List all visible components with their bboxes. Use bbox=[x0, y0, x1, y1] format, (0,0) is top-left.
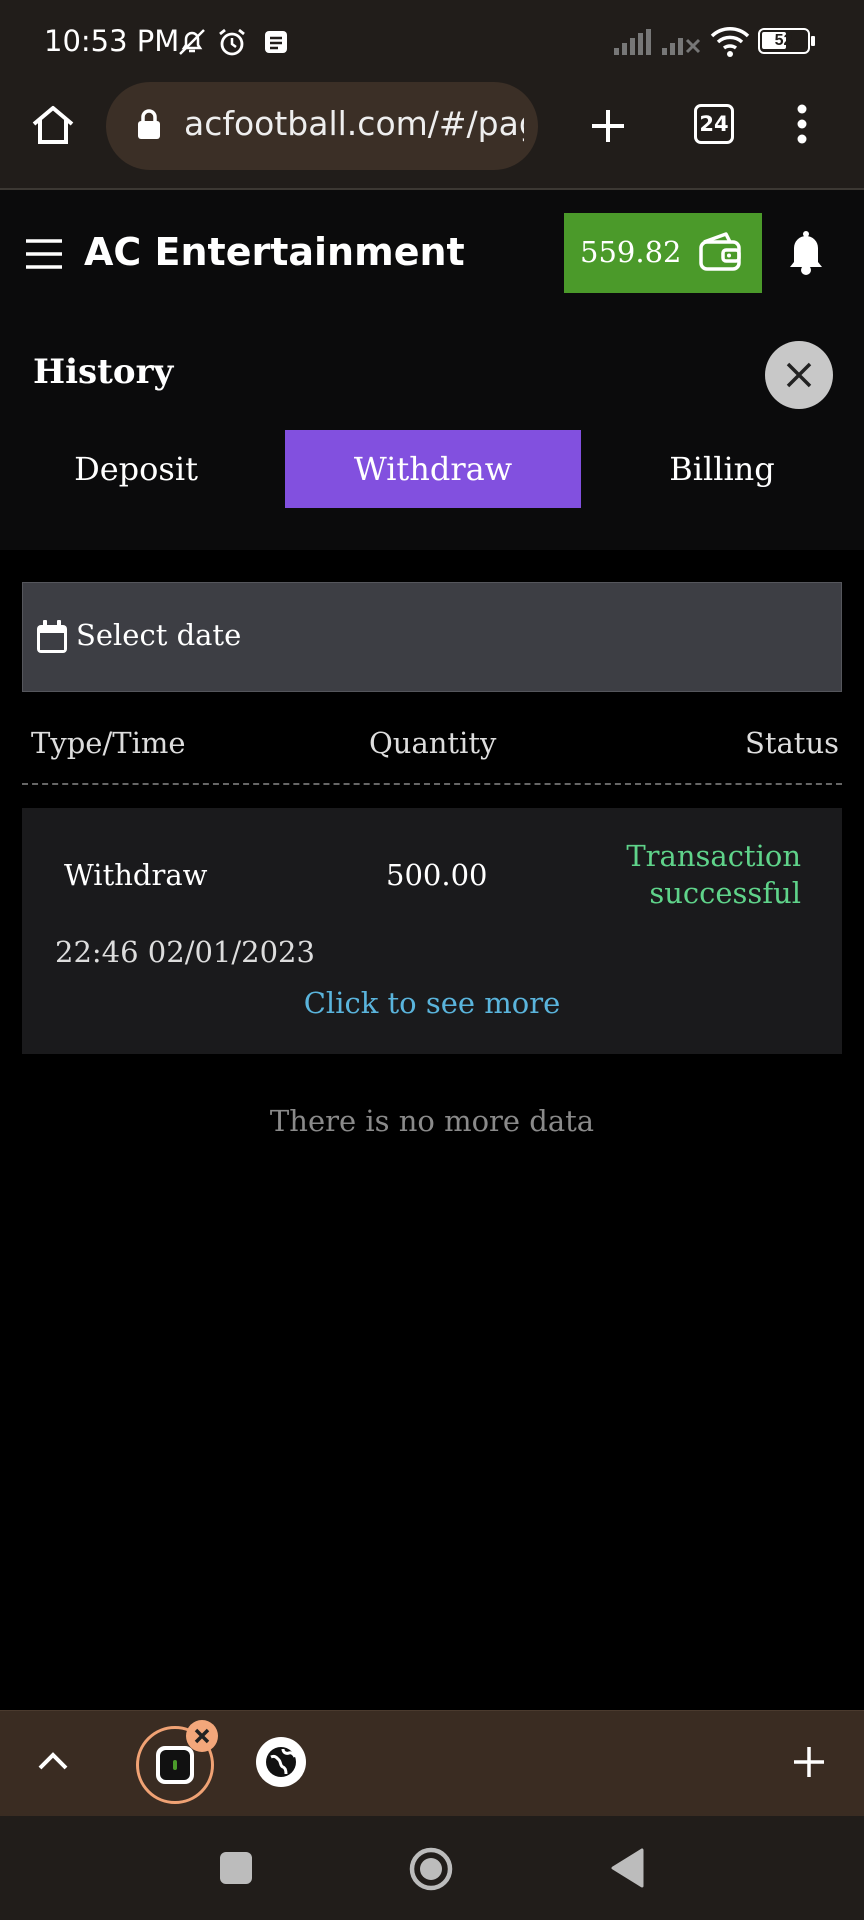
mute-bell-icon bbox=[176, 26, 208, 58]
record-status-line1: Transaction bbox=[626, 839, 801, 873]
record-time: 22:46 02/01/2023 bbox=[55, 935, 315, 969]
wallet-balance: 559.82 bbox=[580, 235, 682, 269]
record-status: Transaction successful bbox=[560, 838, 801, 912]
header-divider bbox=[22, 783, 842, 785]
lock-icon bbox=[136, 108, 162, 140]
close-icon bbox=[194, 1728, 210, 1744]
tab-switcher-button[interactable]: 24 bbox=[694, 104, 734, 144]
record-type: Withdraw bbox=[64, 858, 208, 892]
wifi-icon bbox=[710, 24, 750, 58]
url-text[interactable]: acfootball.com/#/pag bbox=[184, 104, 524, 143]
column-quantity: Quantity bbox=[369, 726, 497, 760]
battery-tip bbox=[811, 36, 815, 46]
signal-no-service-icon bbox=[660, 28, 702, 56]
calendar-icon bbox=[36, 620, 68, 654]
battery-icon: 52 bbox=[758, 28, 810, 54]
record-status-line2: successful bbox=[649, 876, 801, 910]
alarm-icon bbox=[216, 26, 248, 58]
home-button[interactable] bbox=[408, 1846, 454, 1892]
home-icon[interactable] bbox=[30, 104, 76, 146]
hamburger-menu-icon[interactable] bbox=[26, 238, 62, 270]
date-placeholder: Select date bbox=[76, 618, 242, 652]
tab-withdraw[interactable]: Withdraw bbox=[285, 430, 581, 508]
column-status: Status bbox=[745, 726, 840, 760]
recent-apps-button[interactable] bbox=[220, 1852, 252, 1884]
column-type-time: Type/Time bbox=[31, 726, 186, 760]
close-button[interactable] bbox=[765, 341, 833, 409]
new-tab-icon[interactable] bbox=[588, 106, 628, 146]
tab-strip bbox=[0, 1710, 864, 1817]
signal-icon bbox=[612, 28, 654, 56]
no-more-data: There is no more data bbox=[269, 1104, 595, 1138]
browser-menu-icon[interactable] bbox=[796, 104, 808, 144]
history-title: History bbox=[33, 352, 174, 392]
tab-thumbnail-globe[interactable] bbox=[256, 1737, 306, 1787]
notification-bell-icon[interactable] bbox=[784, 228, 828, 276]
close-tab-button[interactable] bbox=[186, 1720, 218, 1752]
see-more-link[interactable]: Click to see more bbox=[22, 986, 842, 1020]
add-tab-icon[interactable] bbox=[792, 1745, 826, 1779]
battery-level: 52 bbox=[774, 32, 793, 49]
app-title: AC Entertainment bbox=[84, 230, 465, 274]
record-quantity: 500.00 bbox=[386, 858, 488, 892]
notification-icon bbox=[262, 28, 290, 56]
chevron-up-icon[interactable] bbox=[36, 1750, 70, 1772]
status-time: 10:53 PM bbox=[44, 24, 180, 58]
back-button[interactable] bbox=[610, 1848, 644, 1888]
close-icon bbox=[786, 362, 812, 388]
tab-billing[interactable]: Billing bbox=[612, 430, 832, 508]
tab-deposit[interactable]: Deposit bbox=[22, 430, 250, 508]
wallet-icon bbox=[698, 232, 742, 272]
globe-icon bbox=[266, 1747, 297, 1777]
